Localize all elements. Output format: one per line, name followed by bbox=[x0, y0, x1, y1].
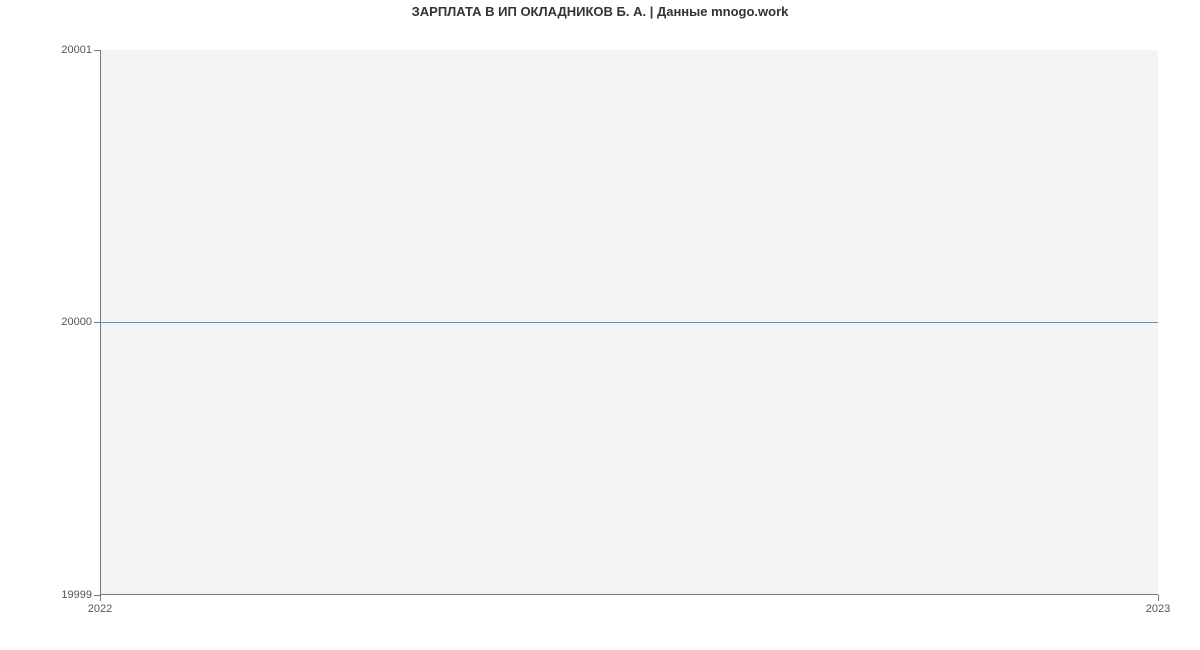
y-tick bbox=[94, 50, 100, 51]
x-tick bbox=[1158, 595, 1159, 601]
y-tick-label: 19999 bbox=[52, 589, 92, 601]
chart-title: ЗАРПЛАТА В ИП ОКЛАДНИКОВ Б. А. | Данные … bbox=[0, 4, 1200, 19]
x-tick-label: 2022 bbox=[88, 603, 112, 615]
y-tick-label: 20000 bbox=[52, 316, 92, 328]
x-tick-label: 2023 bbox=[1146, 603, 1170, 615]
salary-chart: ЗАРПЛАТА В ИП ОКЛАДНИКОВ Б. А. | Данные … bbox=[0, 0, 1200, 650]
series-line bbox=[100, 322, 1158, 323]
x-tick bbox=[100, 595, 101, 601]
y-tick-label: 20001 bbox=[52, 44, 92, 56]
